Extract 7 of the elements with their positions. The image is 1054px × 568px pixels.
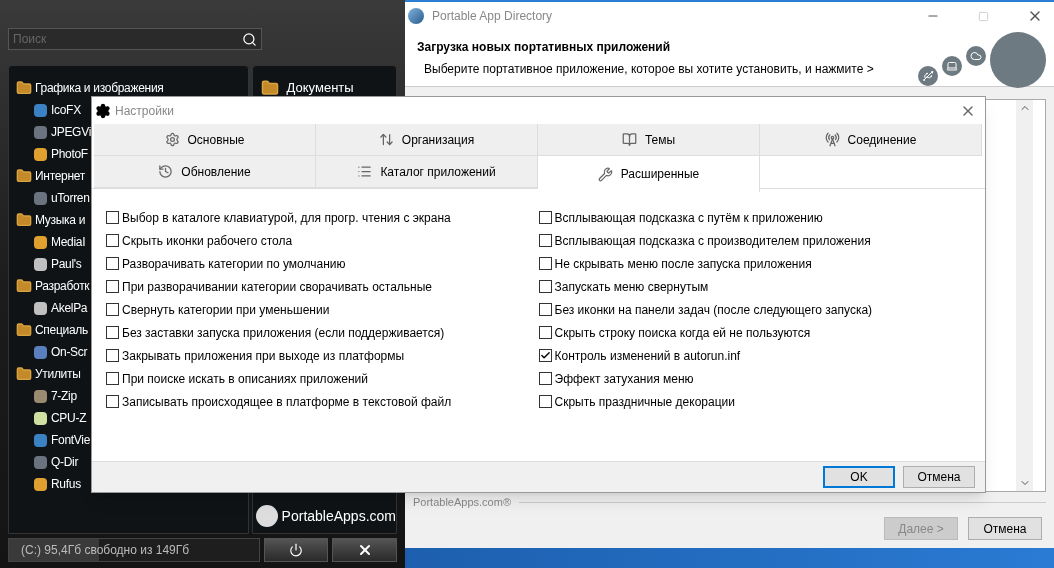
window-title: Portable App Directory	[432, 8, 554, 25]
brand-text: PortableApps.com	[281, 506, 396, 526]
dialog-title: Настройки	[115, 102, 175, 120]
page-heading: Загрузка новых портативных приложений	[417, 39, 672, 56]
page-subtitle: Выберите портативное приложение, которое вы хотите установить, и нажмите >	[423, 61, 874, 78]
drive-status: (C:) 95,4Гб свободно из 149Гб	[20, 542, 190, 559]
footer-brand: PortableApps.com®	[413, 494, 511, 510]
